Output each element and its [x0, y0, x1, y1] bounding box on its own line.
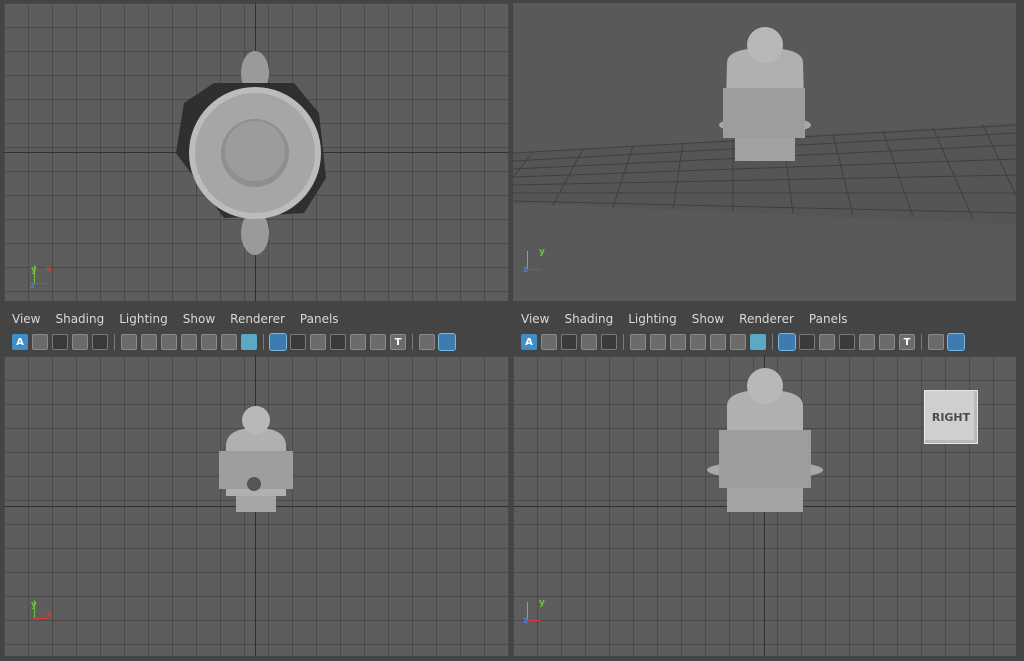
wireframe-icon[interactable] — [419, 334, 435, 350]
safe-title-icon[interactable]: T — [899, 334, 915, 350]
panel-toolbar: A T — [4, 331, 509, 353]
isolate-icon[interactable] — [201, 334, 217, 350]
separator — [921, 334, 922, 350]
field-chart-icon[interactable] — [859, 334, 875, 350]
safe-action-icon[interactable] — [879, 334, 895, 350]
smooth-shade-icon[interactable] — [947, 333, 965, 351]
camera-icon[interactable] — [121, 334, 137, 350]
menu-show[interactable]: Show — [692, 312, 724, 326]
resolution-gate-icon[interactable] — [310, 334, 326, 350]
panel-menu-bar: View Shading Lighting Show Renderer Pane… — [4, 308, 509, 330]
isolate-icon[interactable] — [710, 334, 726, 350]
menu-show[interactable]: Show — [183, 312, 215, 326]
gate-mask-icon[interactable] — [839, 334, 855, 350]
image-plane-icon[interactable] — [72, 334, 88, 350]
panel-front: View Shading Lighting Show Renderer Pane… — [4, 308, 509, 656]
select-camera-icon[interactable]: A — [12, 334, 28, 350]
axis-indicator: y z — [523, 247, 545, 275]
separator — [114, 334, 115, 350]
grease-pencil-icon[interactable] — [750, 334, 766, 350]
film-gate-icon[interactable] — [799, 334, 815, 350]
menu-panels[interactable]: Panels — [809, 312, 848, 326]
viewport-right[interactable]: RIGHT y z — [513, 356, 1016, 656]
camera-attributes-icon[interactable] — [32, 334, 48, 350]
viewport-front[interactable]: y x — [4, 356, 509, 656]
bookmarks-icon[interactable] — [561, 334, 577, 350]
bookmarks-icon[interactable] — [52, 334, 68, 350]
separator — [263, 334, 264, 350]
grid-icon[interactable] — [269, 333, 287, 351]
smooth-shade-icon[interactable] — [438, 333, 456, 351]
panel-menu-bar: View Shading Lighting Show Renderer Pane… — [513, 308, 1016, 330]
axis-indicator: y x z — [30, 265, 52, 291]
safe-action-icon[interactable] — [370, 334, 386, 350]
menu-view[interactable]: View — [521, 312, 549, 326]
perspective-grid — [513, 27, 1016, 225]
2d-pan-zoom-icon[interactable] — [601, 334, 617, 350]
gate-mask-icon[interactable] — [330, 334, 346, 350]
film-gate-icon[interactable] — [290, 334, 306, 350]
separator — [623, 334, 624, 350]
lock-camera-icon[interactable] — [141, 334, 157, 350]
viewport-persp[interactable]: y z — [513, 3, 1016, 301]
model-front-view — [219, 406, 293, 512]
menu-lighting[interactable]: Lighting — [119, 312, 168, 326]
bookmark-icon[interactable] — [690, 334, 706, 350]
select-camera-icon[interactable]: A — [521, 334, 537, 350]
lock-camera-icon[interactable] — [650, 334, 666, 350]
attributes-icon[interactable] — [161, 334, 177, 350]
viewcube[interactable]: RIGHT — [924, 390, 978, 444]
camera-icon[interactable] — [630, 334, 646, 350]
model-top-view — [176, 51, 326, 255]
attributes-icon[interactable] — [670, 334, 686, 350]
grid-icon[interactable] — [778, 333, 796, 351]
menu-lighting[interactable]: Lighting — [628, 312, 677, 326]
menu-shading[interactable]: Shading — [564, 312, 613, 326]
menu-renderer[interactable]: Renderer — [739, 312, 794, 326]
axis-indicator: y x — [31, 600, 52, 620]
camera-attributes-icon[interactable] — [541, 334, 557, 350]
separator — [412, 334, 413, 350]
panel-toolbar: A T — [513, 331, 1016, 353]
wireframe-icon[interactable] — [928, 334, 944, 350]
menu-panels[interactable]: Panels — [300, 312, 339, 326]
image-plane-icon[interactable] — [581, 334, 597, 350]
xray-icon[interactable] — [221, 334, 237, 350]
safe-title-icon[interactable]: T — [390, 334, 406, 350]
viewport-top[interactable]: y x z — [4, 3, 509, 301]
menu-shading[interactable]: Shading — [55, 312, 104, 326]
axis-indicator: y z — [523, 598, 545, 626]
panel-side: View Shading Lighting Show Renderer Pane… — [513, 308, 1016, 656]
xray-icon[interactable] — [730, 334, 746, 350]
grease-pencil-icon[interactable] — [241, 334, 257, 350]
field-chart-icon[interactable] — [350, 334, 366, 350]
separator — [772, 334, 773, 350]
bookmark-icon[interactable] — [181, 334, 197, 350]
menu-view[interactable]: View — [12, 312, 40, 326]
2d-pan-zoom-icon[interactable] — [92, 334, 108, 350]
resolution-gate-icon[interactable] — [819, 334, 835, 350]
menu-renderer[interactable]: Renderer — [230, 312, 285, 326]
